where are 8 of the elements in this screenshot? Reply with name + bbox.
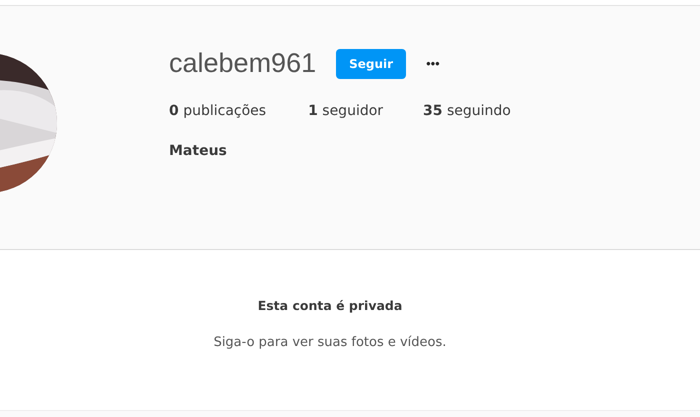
username: calebem961 (169, 48, 316, 79)
more-options-button[interactable]: ••• (422, 52, 444, 75)
profile-stat: 35 seguindo (423, 103, 511, 119)
private-account-message: Siga-o para ver suas fotos e vídeos. (214, 335, 446, 350)
private-account-title: Esta conta é privada (258, 298, 402, 313)
profile-name: Mateus (169, 143, 228, 159)
profile-stat: 1 seguidor (308, 103, 384, 119)
profile-stat: 0 publicações (169, 103, 266, 119)
